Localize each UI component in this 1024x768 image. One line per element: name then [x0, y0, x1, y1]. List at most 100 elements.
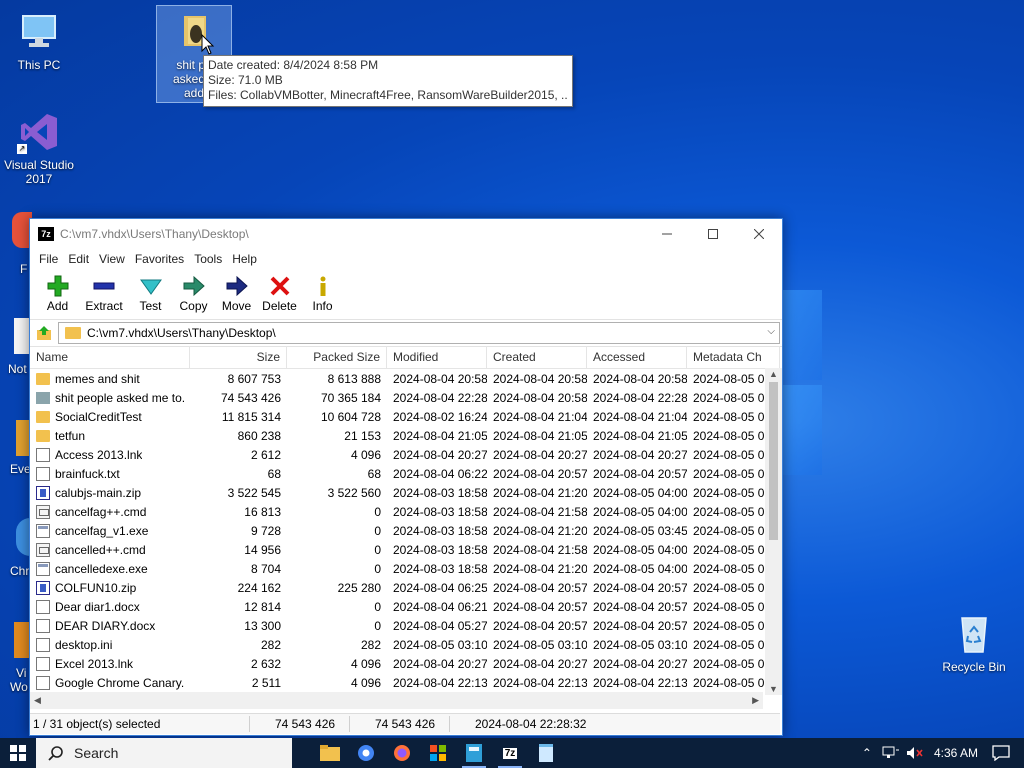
taskbar-7zip[interactable]: 7z: [492, 738, 528, 768]
vertical-scrollbar[interactable]: ▲ ▼: [765, 368, 782, 695]
file-modified-cell: 2024-08-03 18:58: [393, 485, 487, 500]
taskbar-calculator[interactable]: [456, 738, 492, 768]
vmware-partial-icon[interactable]: [14, 622, 30, 658]
column-header-metadata-changed[interactable]: Metadata Ch: [687, 346, 780, 368]
clock[interactable]: 4:36 AM: [934, 746, 978, 760]
taskbar-notepad[interactable]: [528, 738, 564, 768]
file-name-text: calubjs-main.zip: [55, 485, 142, 500]
chrome-partial-icon[interactable]: [16, 518, 30, 556]
delete-button[interactable]: Delete: [258, 269, 301, 319]
info-icon: [311, 275, 335, 297]
file-modified-cell: 2024-08-04 22:13: [393, 675, 487, 690]
taskbar-office[interactable]: [420, 738, 456, 768]
mouse-cursor-icon: [201, 34, 215, 55]
test-button[interactable]: Test: [129, 269, 172, 319]
test-check-icon: [139, 275, 163, 297]
column-header-name[interactable]: Name: [30, 346, 190, 368]
zip-icon: [36, 485, 50, 500]
table-row[interactable]: brainfuck.txt 68 68 2024-08-04 06:22 2024-08…: [30, 464, 780, 483]
chevron-down-icon[interactable]: ⌵: [767, 326, 775, 337]
table-row[interactable]: DEAR DIARY.docx 13 300 0 2024-08-04 05:27 20…: [30, 616, 780, 635]
file-accessed-cell: 2024-08-04 20:57: [593, 580, 687, 595]
taskbar-chrome[interactable]: [348, 738, 384, 768]
table-row[interactable]: Dear diar1.docx 12 814 0 2024-08-04 06:21 20…: [30, 597, 780, 616]
start-button[interactable]: [0, 738, 36, 768]
file-size-cell: 9 728: [250, 523, 281, 538]
notepad-icon: [539, 744, 553, 762]
move-button[interactable]: Move: [215, 269, 258, 319]
table-row[interactable]: memes and shit 8 607 753 8 613 888 2024-08-…: [30, 369, 780, 388]
desktop-icon-recycle-bin[interactable]: Recycle Bin: [937, 612, 1011, 674]
table-row[interactable]: Access 2013.lnk 2 612 4 096 2024-08-04 20:2…: [30, 445, 780, 464]
column-header-modified[interactable]: Modified: [387, 346, 487, 368]
horizontal-scrollbar[interactable]: ◀ ▶: [30, 692, 763, 709]
chevron-up-icon[interactable]: ⌃: [862, 746, 872, 760]
table-row[interactable]: calubjs-main.zip 3 522 545 3 522 560 2024-0…: [30, 483, 780, 502]
scrollbar-thumb[interactable]: [769, 382, 778, 540]
title-bar[interactable]: 7z C:\vm7.vhdx\Users\Thany\Desktop\: [30, 219, 782, 249]
file-created-cell: 2024-08-04 21:58: [493, 504, 587, 519]
file-modified-cell: 2024-08-04 06:21: [393, 599, 487, 614]
table-row[interactable]: cancelfag++.cmd 16 813 0 2024-08-03 18:58 20…: [30, 502, 780, 521]
copy-button[interactable]: Copy: [172, 269, 215, 319]
table-row[interactable]: cancelfag_v1.exe 9 728 0 2024-08-03 18:58 20…: [30, 521, 780, 540]
table-row[interactable]: desktop.ini 282 282 2024-08-05 03:10 2024-08…: [30, 635, 780, 654]
file-accessed-cell: 2024-08-05 03:10: [593, 637, 687, 652]
menu-edit[interactable]: Edit: [63, 252, 94, 266]
notifications-icon[interactable]: [992, 745, 1010, 761]
table-row[interactable]: SocialCreditTest 11 815 314 10 604 728 2024…: [30, 407, 780, 426]
scroll-up-icon[interactable]: ▲: [769, 369, 778, 379]
maximize-button[interactable]: [690, 219, 736, 249]
address-input[interactable]: C:\vm7.vhdx\Users\Thany\Desktop\ ⌵: [58, 322, 780, 344]
taskbar-file-explorer[interactable]: [312, 738, 348, 768]
file-name-cell: cancelfag_v1.exe: [30, 523, 190, 538]
table-row[interactable]: Google Chrome Canary.... 2 511 4 096 2024-0…: [30, 673, 780, 692]
network-icon[interactable]: [882, 746, 900, 760]
table-row[interactable]: cancelled++.cmd 14 956 0 2024-08-03 18:58 20…: [30, 540, 780, 559]
info-button[interactable]: Info: [301, 269, 344, 319]
volume-muted-icon[interactable]: [906, 746, 924, 760]
file-accessed-cell: 2024-08-04 21:04: [593, 409, 687, 424]
table-row[interactable]: Excel 2013.lnk 2 632 4 096 2024-08-04 20:27…: [30, 654, 780, 673]
taskbar-firefox[interactable]: [384, 738, 420, 768]
file-modified-cell: 2024-08-04 06:22: [393, 466, 487, 481]
file-icon: [36, 656, 50, 671]
close-button[interactable]: [736, 219, 782, 249]
menu-help[interactable]: Help: [227, 252, 262, 266]
file-name-cell: cancelledexe.exe: [30, 561, 190, 576]
column-header-created[interactable]: Created: [487, 346, 587, 368]
desktop-icon-this-pc[interactable]: This PC: [2, 10, 76, 72]
scroll-right-icon[interactable]: ▶: [752, 695, 759, 706]
table-row[interactable]: cancelledexe.exe 8 704 0 2024-08-03 18:58 20…: [30, 559, 780, 578]
scroll-down-icon[interactable]: ▼: [769, 684, 778, 694]
file-name-cell: brainfuck.txt: [30, 466, 190, 481]
taskbar-search-box[interactable]: Search: [36, 738, 292, 768]
add-button[interactable]: Add: [36, 269, 79, 319]
firefox-icon: [394, 745, 410, 761]
file-name-text: brainfuck.txt: [55, 466, 120, 481]
table-row[interactable]: tetfun 860 238 21 153 2024-08-04 21:05 2024-…: [30, 426, 780, 445]
7zip-file-manager-window[interactable]: 7z C:\vm7.vhdx\Users\Thany\Desktop\ File…: [29, 218, 783, 736]
file-name-text: COLFUN10.zip: [55, 580, 137, 595]
table-row[interactable]: shit people asked me to... 74 543 426 70 3…: [30, 388, 780, 407]
scroll-left-icon[interactable]: ◀: [34, 695, 41, 706]
menu-favorites[interactable]: Favorites: [130, 252, 189, 266]
table-row[interactable]: COLFUN10.zip 224 162 225 280 2024-08-04 06:…: [30, 578, 780, 597]
desktop-icon-visual-studio[interactable]: ↗ Visual Studio 2017: [2, 110, 76, 186]
notepad-partial-icon[interactable]: [14, 318, 30, 354]
minimize-button[interactable]: [644, 219, 690, 249]
up-folder-button[interactable]: [30, 321, 58, 345]
column-header-packed-size[interactable]: Packed Size: [287, 346, 387, 368]
tooltip-files: Files: CollabVMBotter, Minecraft4Free, R…: [208, 88, 568, 102]
column-header-size[interactable]: Size: [190, 346, 287, 368]
file-modified-cell: 2024-08-03 18:58: [393, 523, 487, 538]
file-accessed-cell: 2024-08-04 20:57: [593, 466, 687, 481]
menu-file[interactable]: File: [34, 252, 63, 266]
menu-view[interactable]: View: [94, 252, 130, 266]
extract-button[interactable]: Extract: [79, 269, 129, 319]
file-name-text: Excel 2013.lnk: [55, 656, 134, 671]
event-partial-icon[interactable]: [16, 420, 30, 456]
file-size-cell: 11 815 314: [221, 409, 281, 424]
column-header-accessed[interactable]: Accessed: [587, 346, 687, 368]
menu-tools[interactable]: Tools: [189, 252, 227, 266]
